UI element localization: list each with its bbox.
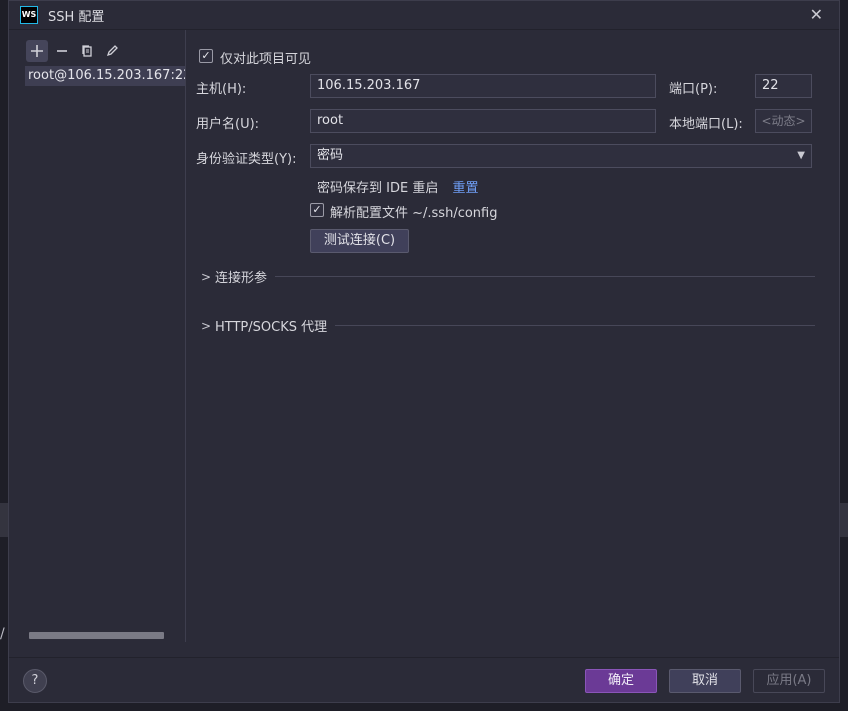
dropdown-arrow-icon: ▼ [797, 150, 805, 161]
connection-list-pane: root@106.15.203.167:22 [9, 30, 186, 642]
save-password-label: 密码保存到 IDE 重启 [317, 181, 439, 196]
ssh-config-dialog: WS SSH 配置 ✕ root@106.15.203.167:22 ✓ 仅对此… [8, 0, 840, 703]
host-label: 主机(H): [196, 82, 247, 97]
add-icon[interactable] [26, 40, 48, 62]
apply-button[interactable]: 应用(A) [753, 669, 825, 693]
auth-type-value: 密码 [317, 148, 344, 163]
cancel-button[interactable]: 取消 [669, 669, 741, 693]
host-input[interactable]: 106.15.203.167 [310, 74, 656, 98]
section-title: 连接形参 [215, 271, 268, 286]
port-input[interactable]: 22 [755, 74, 812, 98]
local-port-label: 本地端口(L): [669, 117, 743, 132]
username-input[interactable]: root [310, 109, 656, 133]
port-label: 端口(P): [669, 82, 718, 97]
background-strip [0, 503, 8, 537]
section-proxy[interactable]: > HTTP/SOCKS 代理 [201, 316, 815, 335]
background-text: / [0, 626, 5, 642]
auth-type-select[interactable]: 密码 ▼ [310, 144, 812, 168]
username-label: 用户名(U): [196, 117, 260, 132]
section-title: HTTP/SOCKS 代理 [215, 320, 328, 335]
footer-divider [9, 657, 839, 658]
help-button[interactable]: ? [23, 669, 47, 693]
auth-type-label: 身份验证类型(Y): [196, 152, 297, 167]
parse-config-label: 解析配置文件 ~/.ssh/config [330, 206, 498, 221]
chevron-right-icon: > [201, 269, 212, 284]
ok-button[interactable]: 确定 [585, 669, 657, 693]
remove-icon[interactable] [51, 40, 73, 62]
title-bar: WS SSH 配置 ✕ [9, 1, 839, 30]
visible-only-label: 仅对此项目可见 [220, 52, 312, 67]
save-password-text: 密码保存到 IDE 重启 重置 [317, 177, 478, 196]
local-port-input[interactable]: <动态> [755, 109, 812, 133]
section-connection-params[interactable]: > 连接形参 [201, 267, 815, 286]
horizontal-scrollbar[interactable] [29, 632, 164, 639]
section-divider [275, 276, 815, 277]
chevron-right-icon: > [201, 318, 212, 333]
background-strip [840, 503, 848, 537]
reset-link[interactable]: 重置 [452, 181, 478, 196]
list-item-connection[interactable]: root@106.15.203.167:22 [25, 66, 185, 86]
visible-only-checkbox[interactable]: ✓ [199, 49, 213, 63]
list-toolbar [26, 40, 123, 62]
edit-icon[interactable] [101, 40, 123, 62]
close-icon[interactable]: ✕ [810, 5, 823, 24]
parse-config-checkbox[interactable]: ✓ [310, 203, 324, 217]
test-connection-button[interactable]: 测试连接(C) [310, 229, 409, 253]
section-divider [335, 325, 815, 326]
copy-icon[interactable] [76, 40, 98, 62]
dialog-title: SSH 配置 [48, 10, 105, 25]
webstorm-logo-icon: WS [20, 6, 38, 24]
